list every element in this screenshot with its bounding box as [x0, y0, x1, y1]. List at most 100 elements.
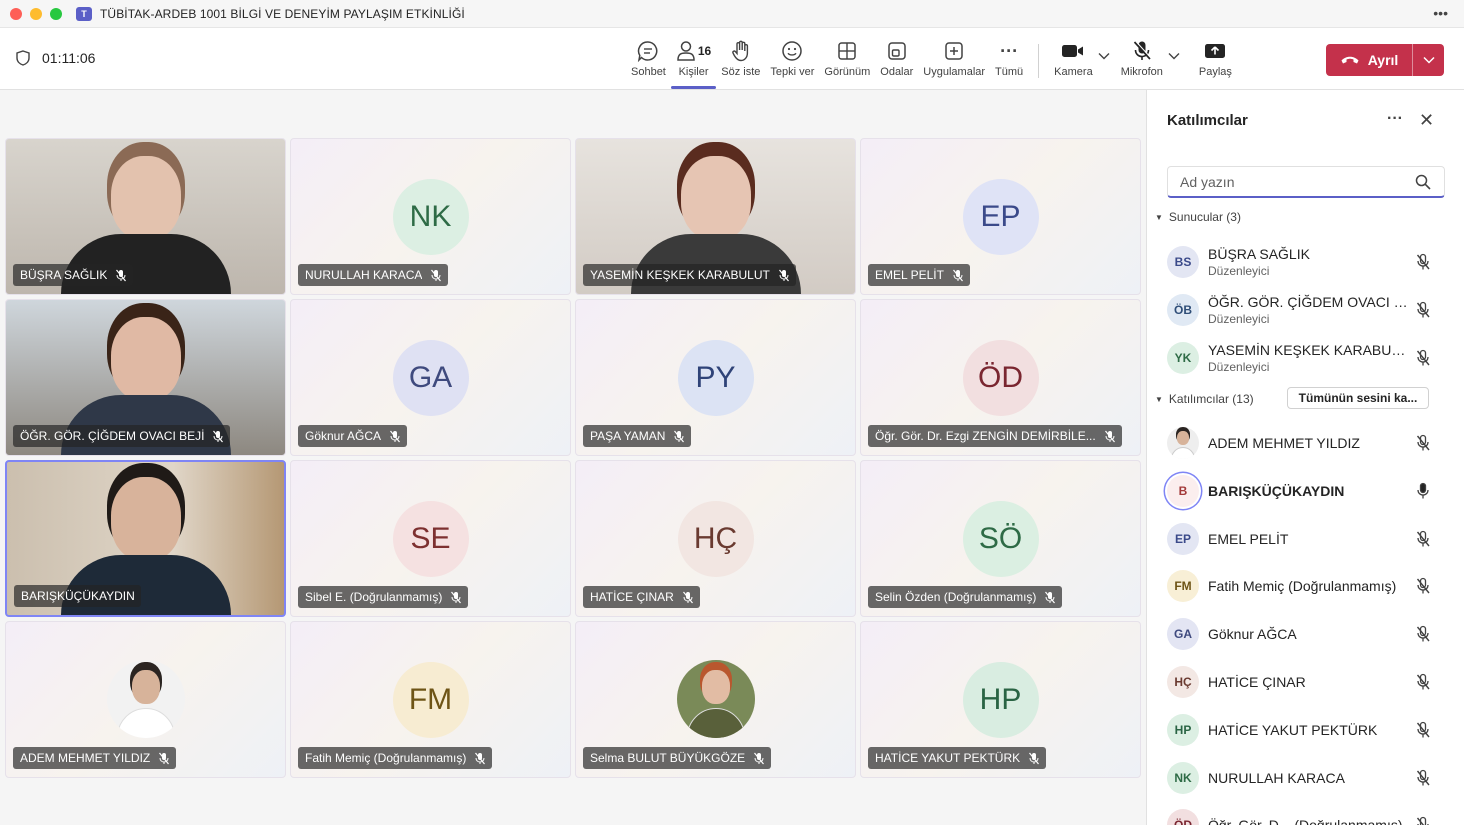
mic-off-icon[interactable]	[1415, 349, 1431, 367]
panel-more-icon[interactable]: ···	[1387, 110, 1403, 128]
video-stage: BÜŞRA SAĞLIK NK NURULLAH KARACA YASEMİN KEŞ…	[0, 90, 1146, 825]
mute-all-button[interactable]: Tümünün sesini ka...	[1287, 387, 1429, 409]
participant-mic-toggle[interactable]	[1415, 625, 1457, 643]
raise-hand-label: Söz iste	[721, 66, 761, 78]
maximize-window-button[interactable]	[50, 7, 62, 20]
mic-options-chevron-icon[interactable]	[1168, 52, 1180, 63]
participant-tile[interactable]: SÖ Selin Özden (Doğrulanmamış)	[860, 460, 1141, 617]
participant-tile[interactable]: HÇ HATİCE ÇINAR	[575, 460, 856, 617]
participant-tile[interactable]: GA Göknur AĞCA	[290, 299, 571, 456]
minimize-window-button[interactable]	[30, 7, 42, 20]
participant-tile[interactable]: ÖD Öğr. Gör. Dr. Ezgi ZENGİN DEMİRBİLE...	[860, 299, 1141, 456]
close-window-button[interactable]	[10, 7, 22, 20]
leave-button[interactable]: Ayrıl	[1326, 44, 1412, 76]
window-title: TÜBİTAK-ARDEB 1001 BİLGİ VE DENEYİM PAYL…	[100, 6, 465, 21]
mic-off-icon[interactable]	[1415, 721, 1431, 739]
participant-list-item[interactable]: HÇ HATİCE ÇINAR	[1167, 659, 1457, 705]
share-button[interactable]: Paylaş	[1194, 38, 1237, 88]
participant-name: ÖĞR. GÖR. ÇİĞDEM OVACI BEJİ	[20, 429, 205, 443]
participant-tile[interactable]: Selma BULUT BÜYÜKGÖZE	[575, 621, 856, 778]
mic-off-icon[interactable]	[1415, 625, 1431, 643]
participant-name: YASEMİN KEŞKEK KARABUL...	[1208, 342, 1408, 358]
participant-list-item[interactable]: YK YASEMİN KEŞKEK KARABUL... Düzenleyici	[1167, 335, 1457, 381]
mic-off-icon[interactable]	[1415, 673, 1431, 691]
attendees-label: Katılımcılar (13)	[1168, 392, 1254, 406]
more-actions-button[interactable]: ··· Tümü	[990, 38, 1028, 88]
people-icon	[677, 41, 695, 61]
share-label: Paylaş	[1198, 66, 1232, 78]
participant-name: NURULLAH KARACA	[1208, 769, 1345, 786]
participant-role: Düzenleyici	[1208, 360, 1270, 374]
camera-button[interactable]: Kamera	[1049, 38, 1098, 88]
attendees-section-toggle[interactable]: ▼ Katılımcılar (13)	[1155, 392, 1254, 406]
participant-tile[interactable]: ÖĞR. GÖR. ÇİĞDEM OVACI BEJİ	[5, 299, 286, 456]
participant-search-input[interactable]	[1167, 166, 1445, 198]
window-more-icon[interactable]: •••	[1433, 5, 1448, 21]
mic-off-icon[interactable]	[1415, 434, 1431, 452]
avatar: HÇ	[1167, 666, 1199, 698]
participant-mic-toggle[interactable]	[1415, 530, 1457, 548]
camera-options-chevron-icon[interactable]	[1098, 52, 1110, 63]
chat-button[interactable]: Sohbet	[626, 38, 671, 88]
microphone-label: Mikrofon	[1120, 66, 1163, 78]
smiley-icon	[782, 41, 803, 61]
participant-name: Göknur AĞCA	[305, 429, 382, 443]
mic-off-icon[interactable]	[1415, 530, 1431, 548]
presenters-section-toggle[interactable]: ▼ Sunucular (3)	[1155, 210, 1241, 224]
chat-icon	[638, 41, 658, 62]
mic-on-icon[interactable]	[1415, 482, 1431, 500]
mic-off-icon[interactable]	[1415, 577, 1431, 595]
react-button[interactable]: Tepki ver	[765, 38, 819, 88]
participant-mic-toggle[interactable]	[1415, 349, 1457, 367]
participant-tile[interactable]: SE Sibel E. (Doğrulanmamış)	[290, 460, 571, 617]
participant-list-item[interactable]: FM Fatih Memiç (Doğrulanmamış)	[1167, 563, 1457, 609]
participant-tile[interactable]: HP HATİCE YAKUT PEKTÜRK	[860, 621, 1141, 778]
leave-options-chevron-icon[interactable]	[1412, 44, 1444, 76]
avatar	[1167, 427, 1199, 459]
participant-list-item[interactable]: ADEM MEHMET YILDIZ	[1167, 420, 1457, 466]
mic-off-icon[interactable]	[1415, 253, 1431, 271]
participant-role: Düzenleyici	[1208, 312, 1270, 326]
participant-mic-toggle[interactable]	[1415, 434, 1457, 452]
participant-mic-toggle[interactable]	[1415, 769, 1457, 787]
mic-off-icon	[158, 752, 170, 765]
participant-mic-toggle[interactable]	[1415, 721, 1457, 739]
participant-list-item[interactable]: ÖB ÖĞR. GÖR. ÇİĞDEM OVACI B... Düzenleyici	[1167, 287, 1457, 333]
participant-name: Göknur AĞCA	[1208, 626, 1297, 643]
participant-mic-toggle[interactable]	[1415, 577, 1457, 595]
participant-tile[interactable]: ADEM MEHMET YILDIZ	[5, 621, 286, 778]
avatar: ÖD	[1167, 809, 1199, 825]
participant-tile[interactable]: BÜŞRA SAĞLIK	[5, 138, 286, 295]
participant-mic-toggle[interactable]	[1415, 301, 1457, 319]
mic-off-icon[interactable]	[1415, 301, 1431, 319]
participant-list-item[interactable]: NK NURULLAH KARACA	[1167, 755, 1457, 801]
participant-list-item[interactable]: BS BÜŞRA SAĞLIK Düzenleyici	[1167, 239, 1457, 285]
mic-off-icon[interactable]	[1415, 769, 1431, 787]
participant-mic-toggle[interactable]	[1415, 482, 1457, 500]
participant-mic-toggle[interactable]	[1415, 253, 1457, 271]
participant-list-item[interactable]: HP HATİCE YAKUT PEKTÜRK	[1167, 707, 1457, 753]
participant-initials-avatar: GA	[392, 340, 469, 416]
participant-tile[interactable]: FM Fatih Memiç (Doğrulanmamış)	[290, 621, 571, 778]
panel-close-icon[interactable]: ✕	[1419, 110, 1434, 131]
participant-tile[interactable]: NK NURULLAH KARACA	[290, 138, 571, 295]
participant-tile[interactable]: YASEMİN KEŞKEK KARABULUT	[575, 138, 856, 295]
participant-info: HATİCE YAKUT PEKTÜRK	[1208, 722, 1415, 738]
participant-tile[interactable]: PY PAŞA YAMAN	[575, 299, 856, 456]
mic-off-icon[interactable]	[1415, 816, 1431, 825]
participant-mic-toggle[interactable]	[1415, 816, 1457, 825]
people-button[interactable]: 16 Kişiler	[670, 38, 717, 89]
microphone-button[interactable]: Mikrofon	[1116, 38, 1168, 88]
participant-tile[interactable]: BARIŞKÜÇÜKAYDIN	[5, 460, 286, 617]
rooms-button[interactable]: Odalar	[875, 38, 918, 88]
participant-mic-toggle[interactable]	[1415, 673, 1457, 691]
view-button[interactable]: Görünüm	[819, 38, 875, 88]
participant-tile[interactable]: EP EMEL PELİT	[860, 138, 1141, 295]
participant-list-item[interactable]: B BARIŞKÜÇÜKAYDIN	[1167, 468, 1457, 514]
participant-list-item[interactable]: EP EMEL PELİT	[1167, 516, 1457, 562]
participant-list-item[interactable]: ÖD Öğr. Gör. D... (Doğrulanmamış)	[1167, 802, 1457, 825]
participant-name: Fatih Memiç (Doğrulanmamış)	[1208, 578, 1397, 595]
participant-list-item[interactable]: GA Göknur AĞCA	[1167, 611, 1457, 657]
apps-button[interactable]: Uygulamalar	[918, 38, 990, 88]
raise-hand-button[interactable]: Söz iste	[716, 38, 765, 88]
